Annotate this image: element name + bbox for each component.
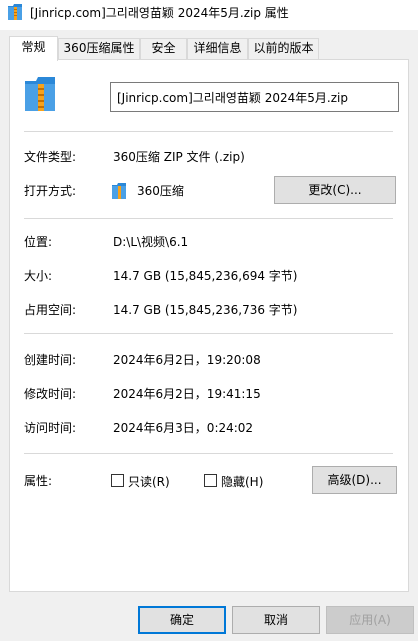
file-name-input[interactable]: [Jinricp.com]그리래영苗颖 2024年5月.zip (110, 82, 399, 112)
accessed-label: 访问时间: (24, 421, 77, 435)
separator (24, 218, 393, 219)
hidden-label[interactable]: 隐藏(H) (221, 473, 263, 490)
hidden-checkbox[interactable] (204, 474, 217, 487)
attributes-label: 属性: (24, 474, 53, 488)
location-label: 位置: (24, 235, 53, 249)
modified-label: 修改时间: (24, 387, 77, 401)
size-on-disk-label: 占用空间: (24, 303, 77, 317)
apply-button: 应用(A) (326, 606, 414, 634)
zip-archive-icon (112, 183, 126, 199)
file-type-label: 文件类型: (24, 150, 77, 164)
accessed-value: 2024年6月3日，0:24:02 (113, 421, 254, 435)
size-value: 14.7 GB (15,845,236,694 字节) (113, 269, 298, 283)
size-label: 大小: (24, 269, 53, 283)
ok-button[interactable]: 确定 (138, 606, 226, 634)
file-type-value: 360压缩 ZIP 文件 (.zip) (113, 150, 245, 164)
title-bar[interactable]: [Jinricp.com]그리래영苗颖 2024年5月.zip 属性 (0, 0, 418, 30)
separator (24, 131, 393, 132)
modified-value: 2024年6月2日，19:41:15 (113, 387, 261, 401)
readonly-label[interactable]: 只读(R) (128, 473, 170, 490)
tab-general[interactable]: 常规 (9, 36, 58, 61)
separator (24, 453, 393, 454)
tab-360-properties[interactable]: 360压缩属性 (58, 38, 140, 59)
location-value: D:\L\视频\6.1 (113, 235, 189, 249)
zip-archive-icon (8, 4, 22, 20)
open-with-label: 打开方式: (24, 184, 77, 198)
general-panel: [Jinricp.com]그리래영苗颖 2024年5月.zip 文件类型: 36… (9, 59, 409, 592)
properties-dialog: [Jinricp.com]그리래영苗颖 2024年5月.zip 属性 常规 36… (0, 0, 418, 641)
tab-details[interactable]: 详细信息 (187, 38, 248, 59)
created-label: 创建时间: (24, 353, 77, 367)
size-on-disk-value: 14.7 GB (15,845,236,736 字节) (113, 303, 298, 317)
cancel-button[interactable]: 取消 (232, 606, 320, 634)
separator (24, 333, 393, 334)
advanced-button[interactable]: 高级(D)... (312, 466, 397, 494)
zip-archive-icon (25, 77, 55, 111)
window-title: [Jinricp.com]그리래영苗颖 2024年5月.zip 属性 (30, 6, 289, 20)
created-value: 2024年6月2日，19:20:08 (113, 353, 261, 367)
tab-previous-versions[interactable]: 以前的版本 (248, 38, 319, 59)
readonly-checkbox[interactable] (111, 474, 124, 487)
tab-security[interactable]: 安全 (140, 38, 187, 59)
change-button[interactable]: 更改(C)... (274, 176, 396, 204)
open-with-value: 360压缩 (137, 184, 184, 198)
tab-strip: 常规 360压缩属性 安全 详细信息 以前的版本 (0, 36, 418, 61)
